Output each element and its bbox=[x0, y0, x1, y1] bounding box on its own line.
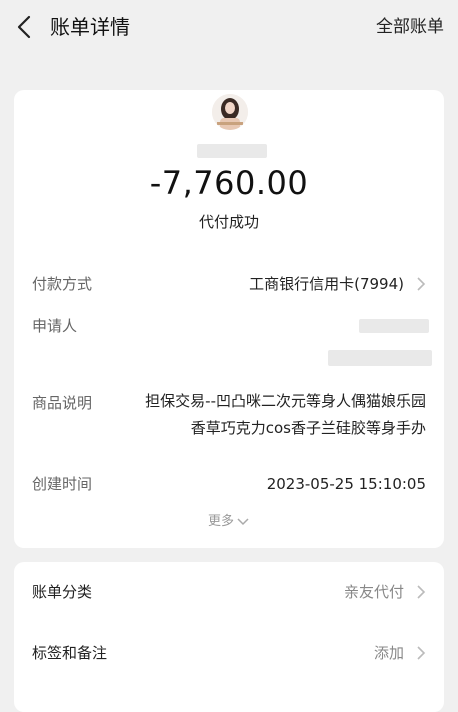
chevron-down-icon bbox=[237, 517, 249, 525]
applicant-label: 申请人 bbox=[32, 317, 78, 335]
category-value[interactable]: 亲友代付 bbox=[344, 581, 404, 603]
top-bar: 账单详情 全部账单 bbox=[0, 0, 458, 56]
product-description-line-2: 香草巧克力cos香子兰硅胶等身手办 bbox=[190, 419, 426, 437]
chevron-right-icon bbox=[417, 277, 426, 291]
all-bills-link[interactable]: 全部账单 bbox=[376, 15, 444, 39]
tags-notes-label: 标签和备注 bbox=[32, 644, 108, 662]
category-label: 账单分类 bbox=[32, 583, 93, 601]
created-time-label: 创建时间 bbox=[32, 475, 93, 493]
product-description: 担保交易--凹凸咪二次元等身人偶猫娘乐园 香草巧克力cos香子兰硅胶等身手办 bbox=[106, 388, 426, 442]
page-title: 账单详情 bbox=[50, 15, 130, 39]
tags-notes-add[interactable]: 添加 bbox=[374, 642, 404, 664]
bill-detail-card: -7,760.00 代付成功 付款方式 工商银行信用卡(7994) 申请人 商品… bbox=[14, 90, 444, 548]
product-description-line-1: 担保交易--凹凸咪二次元等身人偶猫娘乐园 bbox=[145, 392, 426, 410]
amount: -7,760.00 bbox=[149, 164, 309, 202]
payment-method-value[interactable]: 工商银行信用卡(7994) bbox=[249, 273, 404, 295]
chevron-right-icon bbox=[417, 585, 426, 599]
more-label: 更多 bbox=[207, 514, 234, 529]
avatar bbox=[212, 94, 248, 130]
status-text: 代付成功 bbox=[198, 213, 259, 231]
applicant-masked-line1 bbox=[359, 319, 429, 333]
bill-settings-card: 账单分类 亲友代付 标签和备注 添加 bbox=[14, 562, 444, 712]
created-time-value: 2023-05-25 15:10:05 bbox=[266, 475, 426, 493]
applicant-masked-line2 bbox=[328, 350, 432, 366]
back-button[interactable] bbox=[12, 12, 40, 42]
payment-method-label: 付款方式 bbox=[32, 275, 93, 293]
more-button[interactable]: 更多 bbox=[14, 512, 444, 532]
chevron-left-icon bbox=[17, 15, 31, 39]
payee-name-masked bbox=[197, 144, 267, 158]
product-label: 商品说明 bbox=[32, 394, 93, 412]
chevron-right-icon bbox=[417, 646, 426, 660]
